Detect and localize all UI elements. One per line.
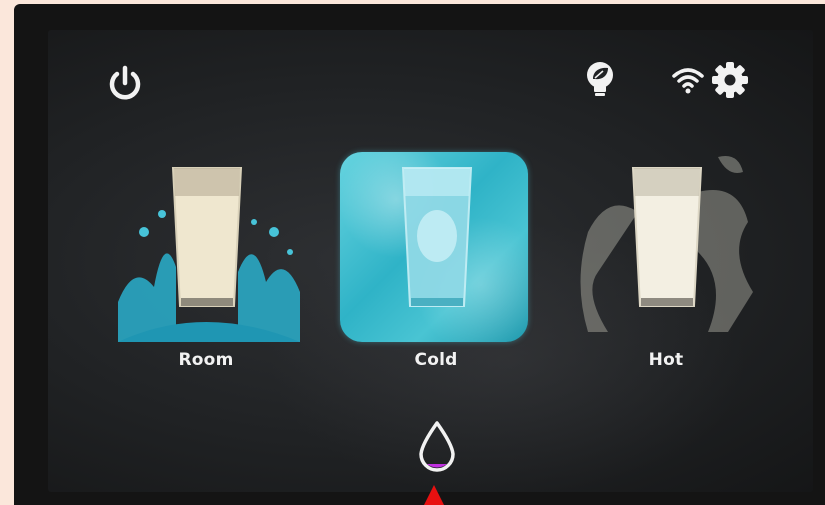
touch-screen: Room Cold Hot [48, 30, 813, 492]
red-pointer-arrow [424, 485, 444, 505]
wifi-icon[interactable] [671, 65, 705, 95]
room-temp-option[interactable]: Room [108, 152, 308, 372]
glass-image [401, 167, 473, 307]
power-icon[interactable] [105, 63, 145, 103]
option-label-cold: Cold [414, 350, 458, 370]
glass-image [631, 167, 703, 307]
option-label-hot: Hot [648, 350, 684, 370]
cold-option[interactable]: Cold [338, 152, 538, 372]
glass-image [171, 167, 243, 307]
gear-icon[interactable] [711, 61, 749, 99]
eco-leaf-bulb-icon[interactable] [583, 60, 617, 100]
option-label-room: Room [178, 350, 234, 370]
water-drop-icon[interactable] [415, 420, 459, 474]
hot-option[interactable]: Hot [568, 152, 768, 372]
